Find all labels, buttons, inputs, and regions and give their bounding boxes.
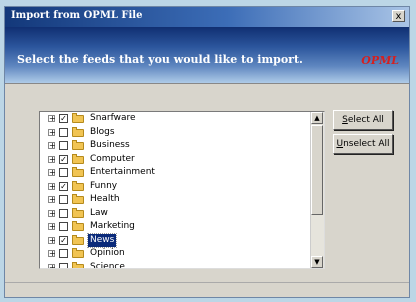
folder-icon xyxy=(72,234,84,245)
checkbox-unchecked-icon[interactable] xyxy=(59,262,68,268)
feed-row[interactable]: + Blogs xyxy=(40,126,324,140)
checkbox-checked-icon[interactable]: ✓ xyxy=(59,114,68,123)
expand-plus-icon[interactable]: + xyxy=(48,223,56,231)
feed-label[interactable]: Law xyxy=(88,207,110,220)
feed-row[interactable]: + ✓ Snarfware xyxy=(40,112,324,126)
checkbox-checked-icon[interactable]: ✓ xyxy=(59,154,68,164)
vertical-scrollbar[interactable]: ▲ ▼ xyxy=(310,112,324,268)
expand-plus-icon[interactable]: + xyxy=(48,142,56,150)
expand-plus-icon[interactable]: + xyxy=(48,155,56,163)
feed-row[interactable]: + Entertainment xyxy=(40,166,324,180)
feed-label[interactable]: News xyxy=(86,232,118,248)
feed-row[interactable]: + Science xyxy=(40,261,324,269)
expand-plus-icon[interactable]: + xyxy=(48,169,56,177)
feed-row[interactable]: + ✓ Computer xyxy=(40,153,324,167)
feed-label[interactable]: Blogs xyxy=(88,126,117,139)
instruction-text: Select the feeds that you would like to … xyxy=(17,53,303,66)
feed-row[interactable]: + Law xyxy=(40,207,324,221)
feed-label[interactable]: Computer xyxy=(88,153,137,166)
folder-icon xyxy=(72,221,84,231)
select-all-label: elect All xyxy=(347,115,384,125)
expand-plus-icon[interactable]: + xyxy=(48,236,56,244)
checkbox-checked-icon[interactable]: ✓ xyxy=(59,235,68,245)
feed-label[interactable]: Opinion xyxy=(88,247,127,260)
feed-label[interactable]: Snarfware xyxy=(88,112,138,125)
folder-icon xyxy=(72,261,84,268)
close-button[interactable]: x xyxy=(392,10,405,22)
feed-row[interactable]: + Business xyxy=(40,139,324,153)
folder-icon xyxy=(72,194,84,204)
folder-icon xyxy=(72,167,84,177)
feed-label[interactable]: Business xyxy=(88,139,132,152)
status-bar xyxy=(5,282,409,297)
checkbox-unchecked-icon[interactable] xyxy=(59,222,68,231)
checkbox-unchecked-icon[interactable] xyxy=(59,208,68,218)
folder-icon xyxy=(72,153,84,164)
opml-logo: OPML xyxy=(361,54,399,67)
expand-plus-icon[interactable]: + xyxy=(48,250,56,258)
scroll-up-arrow-icon[interactable]: ▲ xyxy=(311,112,323,124)
checkbox-unchecked-icon[interactable] xyxy=(59,249,68,258)
feed-label[interactable]: Funny xyxy=(88,180,119,193)
feed-label[interactable]: Health xyxy=(88,193,122,206)
feed-row[interactable]: + ✓ Funny xyxy=(40,180,324,194)
feed-label[interactable]: Entertainment xyxy=(88,166,157,179)
window-title: Import from OPML File xyxy=(11,10,143,21)
unselect-all-label: nselect All xyxy=(343,139,390,149)
title-bar: Import from OPML File x xyxy=(5,7,409,27)
folder-icon xyxy=(72,113,84,123)
folder-icon xyxy=(72,248,84,258)
feed-row[interactable]: + Health xyxy=(40,193,324,207)
folder-icon xyxy=(72,126,84,137)
expand-plus-icon[interactable]: + xyxy=(48,263,56,268)
checkbox-unchecked-icon[interactable] xyxy=(59,168,68,177)
checkbox-unchecked-icon[interactable] xyxy=(59,195,68,204)
import-opml-dialog: Import from OPML File x Select the feeds… xyxy=(4,6,410,298)
feeds-tree-list[interactable]: + ✓ Snarfware + Blogs + Business + ✓ Computer + Ent… xyxy=(39,111,325,269)
checkbox-unchecked-icon[interactable] xyxy=(59,127,68,137)
feed-label[interactable]: Marketing xyxy=(88,220,137,233)
feed-row[interactable]: + ✓ News xyxy=(40,232,324,248)
folder-icon xyxy=(72,207,84,218)
scroll-down-arrow-icon[interactable]: ▼ xyxy=(311,256,323,268)
feed-row[interactable]: + Marketing xyxy=(40,220,324,234)
feed-label[interactable]: Science xyxy=(88,261,127,269)
expand-plus-icon[interactable]: + xyxy=(48,196,56,204)
checkbox-checked-icon[interactable]: ✓ xyxy=(59,181,68,191)
expand-plus-icon[interactable]: + xyxy=(48,182,56,190)
unselect-all-button[interactable]: Unselect All xyxy=(333,134,393,154)
expand-plus-icon[interactable]: + xyxy=(48,115,56,123)
header-banner: Select the feeds that you would like to … xyxy=(5,27,409,84)
select-all-button[interactable]: Select All xyxy=(333,110,393,130)
expand-plus-icon[interactable]: + xyxy=(48,209,56,217)
expand-plus-icon[interactable]: + xyxy=(48,128,56,136)
folder-icon xyxy=(72,140,84,150)
checkbox-unchecked-icon[interactable] xyxy=(59,141,68,150)
folder-icon xyxy=(72,180,84,191)
feeds-tree: + ✓ Snarfware + Blogs + Business + ✓ Computer + Ent… xyxy=(40,112,324,269)
scrollbar-thumb[interactable] xyxy=(311,125,323,215)
feed-row[interactable]: + Opinion xyxy=(40,247,324,261)
